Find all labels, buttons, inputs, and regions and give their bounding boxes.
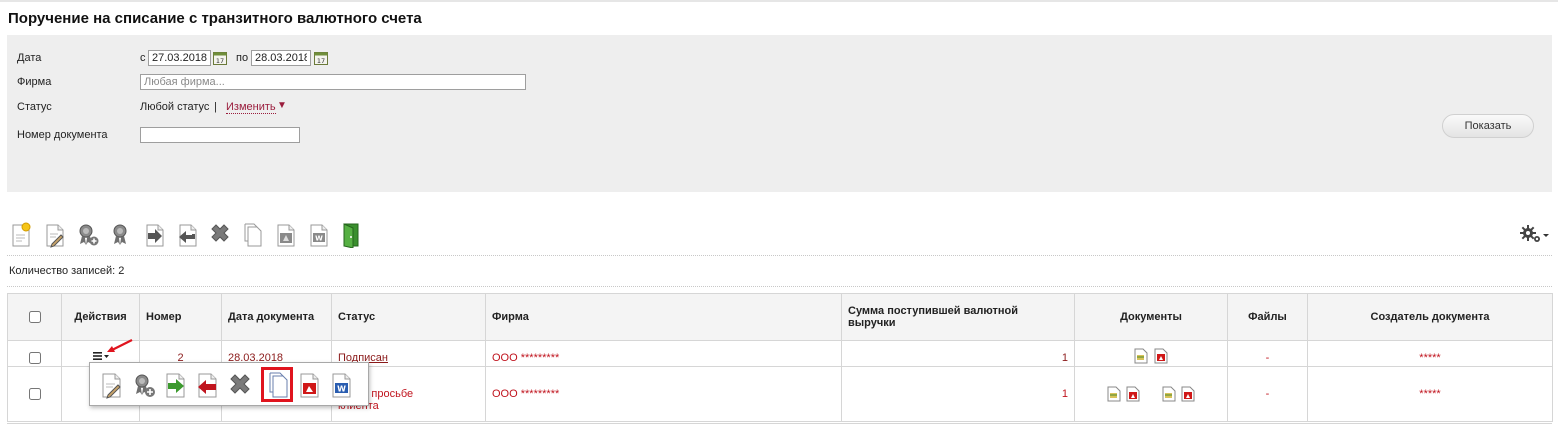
page-title: Поручение на списание с транзитного валю… bbox=[8, 10, 422, 27]
pdf-icon[interactable] bbox=[1181, 386, 1195, 402]
send-icon[interactable] bbox=[164, 371, 188, 399]
svg-text:17: 17 bbox=[317, 57, 325, 65]
top-divider bbox=[0, 0, 1558, 2]
edit-icon[interactable] bbox=[100, 371, 124, 399]
word-icon[interactable]: W bbox=[308, 222, 330, 248]
header-actions: Действия bbox=[61, 293, 140, 341]
select-all-checkbox[interactable] bbox=[28, 311, 41, 324]
status-change-link[interactable]: Изменить bbox=[226, 101, 276, 114]
recall-icon[interactable] bbox=[196, 371, 220, 399]
copy-icon[interactable] bbox=[242, 222, 264, 248]
row-creator: ***** bbox=[1307, 340, 1553, 367]
svg-text:W: W bbox=[315, 235, 323, 243]
row-checkbox[interactable] bbox=[28, 388, 41, 401]
header-documents: Документы bbox=[1074, 293, 1228, 341]
row-documents bbox=[1074, 340, 1228, 367]
sign-icon[interactable] bbox=[132, 371, 156, 399]
row-amount: 1 bbox=[841, 366, 1075, 422]
row-firm: ООО ********* bbox=[485, 366, 842, 422]
row-select-cell bbox=[7, 366, 62, 422]
row-select-cell bbox=[7, 340, 62, 367]
date-from-prefix: с bbox=[140, 52, 146, 64]
document-icon[interactable] bbox=[1134, 348, 1148, 364]
row-amount: 1 bbox=[841, 340, 1075, 367]
divider bbox=[7, 286, 1552, 287]
calendar-icon[interactable]: 17 bbox=[314, 51, 328, 65]
docnum-label: Номер документа bbox=[17, 129, 108, 141]
date-to-prefix: по bbox=[236, 52, 249, 64]
header-files: Файлы bbox=[1227, 293, 1308, 341]
svg-text:W: W bbox=[337, 385, 346, 394]
svg-text:17: 17 bbox=[216, 57, 224, 65]
row-creator: ***** bbox=[1307, 366, 1553, 422]
sign-icon[interactable] bbox=[77, 222, 99, 248]
word-icon[interactable]: W bbox=[330, 371, 354, 399]
date-label: Дата bbox=[17, 52, 42, 64]
delete-icon[interactable] bbox=[209, 222, 231, 248]
pdf-icon[interactable] bbox=[275, 222, 297, 248]
records-count: Количество записей: 2 bbox=[9, 265, 125, 277]
table-bottom-border bbox=[7, 423, 1552, 424]
row-files: - bbox=[1227, 366, 1308, 422]
header-creator[interactable]: Создатель документа bbox=[1307, 293, 1553, 341]
status-value: Любой статус bbox=[140, 101, 210, 113]
recall-icon[interactable] bbox=[177, 222, 199, 248]
status-separator: | bbox=[214, 101, 217, 113]
header-doc-date[interactable]: Дата документа bbox=[221, 293, 332, 341]
actions-popup-menu: W bbox=[89, 362, 369, 406]
delete-icon[interactable] bbox=[228, 371, 252, 399]
row-files: - bbox=[1227, 340, 1308, 367]
date-to-input[interactable] bbox=[251, 50, 311, 66]
header-firm[interactable]: Фирма bbox=[485, 293, 842, 341]
document-icon[interactable] bbox=[1162, 386, 1176, 402]
header-status[interactable]: Статус bbox=[331, 293, 486, 341]
filter-panel: Дата с 17 по 17 Фирма Статус Любой стату… bbox=[7, 35, 1552, 192]
send-icon[interactable] bbox=[144, 222, 166, 248]
header-amount[interactable]: Сумма поступившей валютной выручки bbox=[841, 293, 1075, 341]
firm-label: Фирма bbox=[17, 76, 52, 88]
date-from-input[interactable] bbox=[148, 50, 211, 66]
status-label: Статус bbox=[17, 101, 52, 113]
highlight-box-annotation bbox=[261, 367, 293, 402]
calendar-icon[interactable]: 17 bbox=[213, 51, 227, 65]
remove-sign-icon[interactable] bbox=[110, 222, 132, 248]
select-all-cell bbox=[7, 293, 62, 341]
pdf-icon[interactable] bbox=[298, 371, 322, 399]
document-icon[interactable] bbox=[1107, 386, 1121, 402]
divider bbox=[7, 255, 1552, 256]
settings-gear-icon[interactable] bbox=[1517, 223, 1551, 245]
header-number[interactable]: Номер bbox=[139, 293, 222, 341]
edit-icon[interactable] bbox=[44, 222, 66, 248]
pdf-icon[interactable] bbox=[1154, 348, 1168, 364]
docnum-input[interactable] bbox=[140, 127, 300, 143]
table-header-row: Действия Номер Дата документа Статус Фир… bbox=[7, 293, 1553, 341]
chevron-down-icon[interactable]: ▼ bbox=[277, 100, 287, 111]
row-firm: ООО ********* bbox=[485, 340, 842, 367]
show-button[interactable]: Показать bbox=[1442, 114, 1534, 138]
row-checkbox[interactable] bbox=[28, 352, 41, 364]
pdf-icon[interactable] bbox=[1126, 386, 1140, 402]
new-document-icon[interactable] bbox=[10, 222, 32, 248]
row-documents bbox=[1074, 366, 1228, 422]
exit-icon[interactable] bbox=[340, 222, 362, 248]
red-arrow-annotation bbox=[107, 339, 133, 352]
firm-input[interactable] bbox=[140, 74, 526, 90]
